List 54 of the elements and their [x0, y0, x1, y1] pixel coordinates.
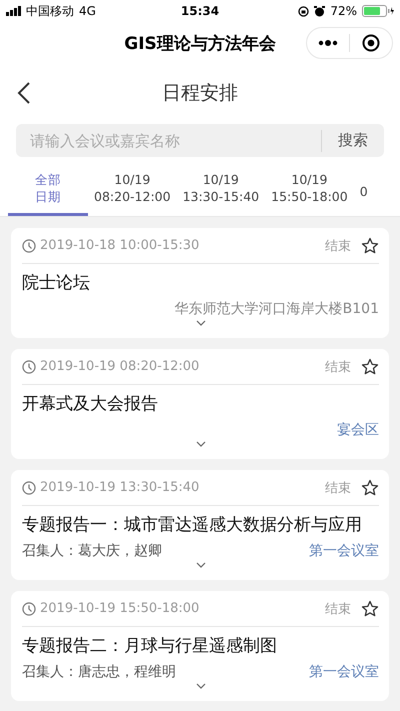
clock-time: 15:34 — [180, 4, 220, 18]
star-icon[interactable] — [361, 358, 379, 376]
network-type: 4G — [79, 4, 96, 18]
chevron-down-icon[interactable] — [196, 441, 206, 447]
chevron-down-icon[interactable] — [196, 320, 206, 326]
star-icon[interactable] — [361, 600, 379, 618]
location-link[interactable]: 第一会议室 — [309, 663, 379, 681]
more-icon — [318, 40, 338, 46]
convener-text: 召集人：唐志忠，程维明 — [22, 663, 177, 681]
chevron-down-icon[interactable] — [196, 562, 206, 568]
alarm-icon — [314, 6, 326, 16]
status-label: 结束 — [325, 358, 351, 376]
date-tab[interactable]: 10/19 13:30-15:40 — [176, 163, 266, 216]
page-title: 日程安排 — [161, 81, 239, 106]
location-text: 华东师范大学河口海岸大楼B101 — [174, 300, 379, 318]
signal-icon — [6, 6, 21, 16]
app-title: GIS理论与方法年会 — [123, 33, 277, 55]
convener-text: 召集人：葛大庆，赵卿 — [22, 542, 163, 560]
session-time: 2019-10-19 08:20-12:00 — [40, 359, 200, 374]
battery-percent: 72% — [330, 4, 358, 18]
clock-icon — [22, 238, 36, 252]
session-card[interactable]: 2019-10-18 10:00-15:30 结束 院士论坛 华东师范大学河口海岸大楼B101 — [11, 228, 389, 338]
clock-icon — [22, 602, 36, 616]
session-title: 专题报告一：城市雷达遥感大数据分析与应用 — [22, 514, 363, 537]
date-tab[interactable]: 0 — [354, 163, 374, 216]
date-tab[interactable]: 10/19 15:50-18:00 — [265, 163, 354, 216]
clock-icon — [22, 480, 36, 494]
session-card[interactable]: 2019-10-19 08:20-12:00 结束 开幕式及大会报告 宴会区 — [11, 349, 389, 459]
session-time: 2019-10-19 13:30-15:40 — [40, 480, 200, 495]
target-icon — [362, 34, 380, 52]
session-time: 2019-10-19 15:50-18:00 — [40, 601, 200, 616]
star-icon[interactable] — [361, 478, 379, 496]
star-icon[interactable] — [361, 236, 379, 254]
session-title: 开幕式及大会报告 — [22, 393, 159, 416]
location-link[interactable]: 第一会议室 — [309, 542, 379, 560]
status-label: 结束 — [325, 600, 351, 618]
back-icon — [16, 81, 32, 105]
session-time: 2019-10-18 10:00-15:30 — [40, 238, 200, 253]
session-title: 院士论坛 — [22, 272, 91, 295]
location-link[interactable]: 宴会区 — [337, 421, 379, 439]
search-field[interactable]: 请输入会议或嘉宾名称 搜索 — [16, 124, 384, 157]
session-card[interactable]: 2019-10-19 13:30-15:40 结束 专题报告一：城市雷达遥感大数据分析与应用 召集人：葛大庆，赵卿 第一会议室 — [11, 470, 389, 580]
status-label: 结束 — [325, 238, 351, 254]
chevron-down-icon[interactable] — [196, 683, 206, 689]
search-button[interactable]: 搜索 — [322, 124, 384, 157]
clock-icon — [22, 360, 36, 374]
carrier-name: 中国移动 — [26, 2, 74, 20]
date-tab[interactable]: 10/19 08:20-12:00 — [88, 163, 177, 216]
session-title: 专题报告二：月球与行星遥感制图 — [22, 635, 278, 658]
battery-icon — [362, 5, 394, 17]
date-tab[interactable]: 全部 日期 — [8, 163, 88, 216]
status-label: 结束 — [325, 480, 351, 496]
session-card[interactable]: 2019-10-19 15:50-18:00 结束 专题报告二：月球与行星遥感制图 召集人：唐志忠，程维明 第一会议室 — [11, 591, 389, 701]
rotation-lock-icon — [298, 6, 310, 16]
